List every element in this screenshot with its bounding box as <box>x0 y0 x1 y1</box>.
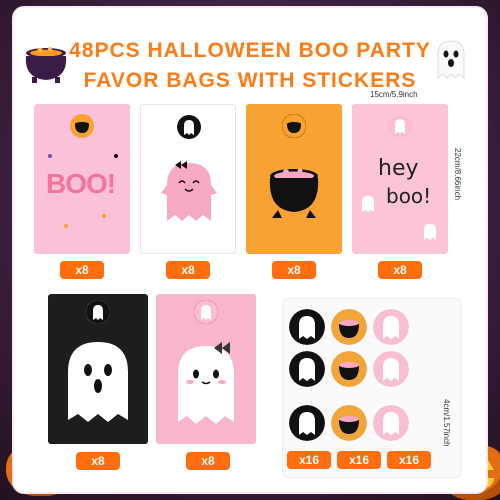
ghost-sticker-icon <box>86 300 110 324</box>
ghost-bow-sticker <box>373 351 409 387</box>
cauldron-sticker <box>331 309 367 345</box>
ghost-sticker-icon <box>177 115 201 139</box>
bag-ghost-black <box>48 294 148 444</box>
ghost-sticker-icon <box>194 300 218 324</box>
bag-qty-badge: x8 <box>186 452 230 470</box>
product-card: 48PCS HALLOWEEN BOO PARTY FAVOR BAGS WIT… <box>14 8 486 492</box>
bag-qty-badge: x8 <box>76 452 120 470</box>
ghost-bow-sticker <box>373 309 409 345</box>
boo-text: boo! <box>386 184 432 208</box>
ghost-sticker <box>289 309 325 345</box>
cauldron-sticker-icon <box>70 114 94 138</box>
boo-text: BOO! <box>46 168 116 199</box>
cauldron-sticker-icon <box>282 114 306 138</box>
sticker-qty-badge: x16 <box>387 451 431 469</box>
cauldron-sticker <box>331 405 367 441</box>
small-ghost-icon <box>424 224 436 240</box>
bag-qty-badge: x8 <box>166 261 210 279</box>
page-title: 48PCS HALLOWEEN BOO PARTY FAVOR BAGS WIT… <box>14 36 486 96</box>
ghost-bow-sticker <box>373 405 409 441</box>
bag-qty-badge: x8 <box>60 261 104 279</box>
title-line-1: 48PCS HALLOWEEN BOO PARTY <box>69 39 431 62</box>
ghost-sticker-icon <box>388 114 412 138</box>
bag-hey-boo: hey boo! <box>352 104 448 254</box>
small-ghost-icon <box>362 196 374 212</box>
cauldron-sticker <box>331 351 367 387</box>
sticker-qty-badge: x16 <box>287 451 331 469</box>
bag-cauldron <box>246 104 342 254</box>
sticker-sheet: 4cm/1.57inch x16 x16 x16 <box>282 298 462 478</box>
bag-width-label: 15cm/5.9inch <box>370 90 418 99</box>
sticker-size-label: 4cm/1.57inch <box>442 399 451 447</box>
hey-text: hey <box>378 156 419 181</box>
bag-qty-badge: x8 <box>272 261 316 279</box>
ghost-sticker <box>289 351 325 387</box>
sticker-qty-badge: x16 <box>337 451 381 469</box>
bag-ghost-pink <box>156 294 256 444</box>
pink-ghost-icon <box>161 161 217 221</box>
bag-qty-badge: x8 <box>378 261 422 279</box>
white-ghost-bow-icon <box>178 342 234 424</box>
bag-height-label: 22cm/8.66inch <box>453 148 462 201</box>
white-ghost-icon <box>68 342 128 422</box>
bag-boo-text: BOO! <box>34 104 130 254</box>
bag-ghost-bow <box>140 104 236 254</box>
cauldron-icon <box>269 168 319 218</box>
ghost-sticker <box>289 405 325 441</box>
